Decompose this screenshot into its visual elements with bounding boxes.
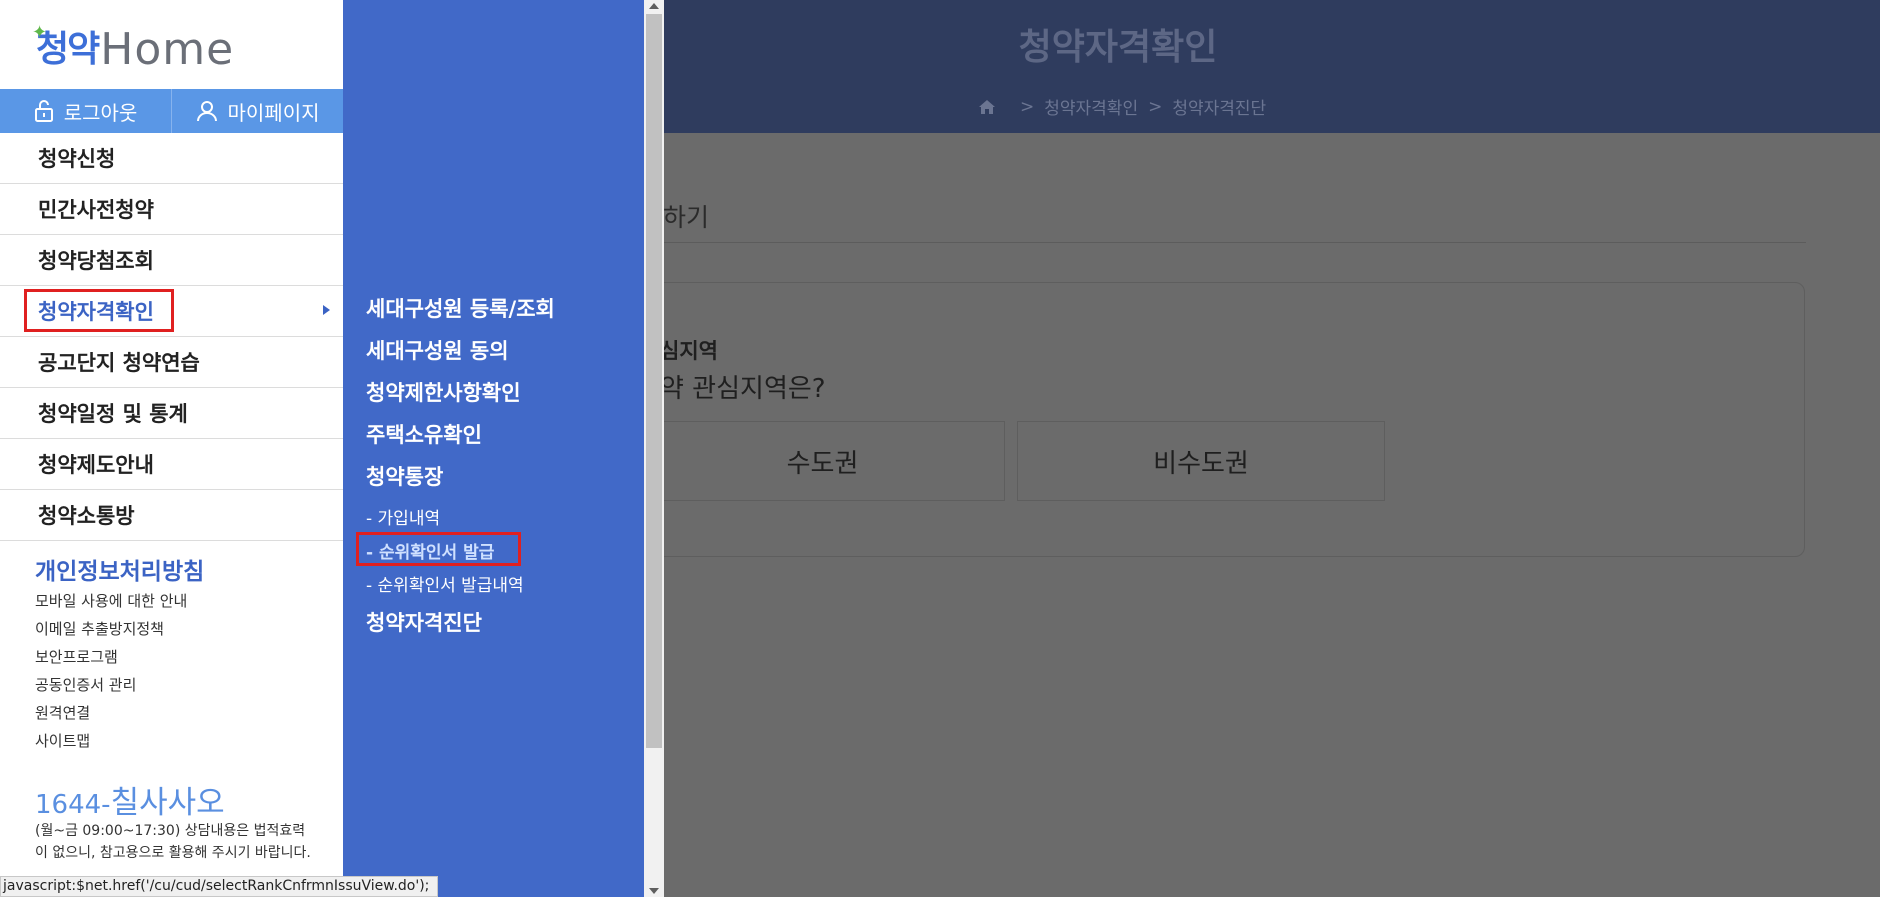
privacy-policy-link[interactable]: 개인정보처리방침 [35,552,204,586]
breadcrumb-separator: > [1020,96,1035,117]
mypage-button[interactable]: 마이페이지 [171,89,343,133]
side-menu: ✦ 청약 Home 로그아웃 마이페이지 청약신청 민간사전청약 청약당첨조회 … [0,0,343,897]
breadcrumb-separator: > [1148,96,1163,117]
menu-item-community[interactable]: 청약소통방 [0,490,343,541]
footer-link-certificate[interactable]: 공동인증서 관리 [35,674,187,702]
main-menu-list: 청약신청 민간사전청약 청약당첨조회 청약자격확인 공고단지 청약연습 청약일정… [0,133,343,541]
scroll-down-arrow-icon[interactable] [649,888,659,894]
footer-link-remote[interactable]: 원격연결 [35,702,187,730]
caret-right-icon [323,305,330,315]
submenu-item-household-register[interactable]: 세대구성원 등록/조회 [366,293,555,323]
submenu-panel: 세대구성원 등록/조회 세대구성원 동의 청약제한사항확인 주택소유확인 청약통… [343,0,644,897]
menu-item-winning-inquiry[interactable]: 청약당첨조회 [0,235,343,286]
user-icon [196,101,217,122]
menu-item-private-pre-subscription[interactable]: 민간사전청약 [0,184,343,235]
breadcrumb-item[interactable]: 청약자격진단 [1172,94,1266,119]
option-capital-region-button[interactable]: 수도권 [640,421,1005,501]
footer-link-mobile-guide[interactable]: 모바일 사용에 대한 안내 [35,590,187,618]
submenu-item-restriction-check[interactable]: 청약제한사항확인 [366,377,521,407]
breadcrumb: > 청약자격확인 > 청약자격진단 [978,94,1266,119]
submenu-item-house-ownership[interactable]: 주택소유확인 [366,419,482,449]
highlight-box [356,532,521,566]
scrollbar-thumb[interactable] [646,14,662,748]
home-icon[interactable] [978,99,996,115]
logo-text-home: Home [100,24,235,75]
logo[interactable]: ✦ 청약 Home [32,22,235,75]
question-card [600,282,1805,557]
question-label: 심지역 [660,339,718,363]
footer-link-sitemap[interactable]: 사이트맵 [35,730,187,758]
highlight-box [24,289,174,332]
logout-button[interactable]: 로그아웃 [0,89,171,133]
question-text: 약 관심지역은? [660,374,826,404]
submenu-item-account[interactable]: 청약통장 [366,461,443,491]
scrollbar[interactable] [644,0,664,897]
breadcrumb-item[interactable]: 청약자격확인 [1044,94,1138,119]
logout-label: 로그아웃 [63,100,138,125]
menu-item-system-guide[interactable]: 청약제도안내 [0,439,343,490]
scroll-up-arrow-icon[interactable] [649,3,659,9]
submenu-item-household-consent[interactable]: 세대구성원 동의 [366,335,509,365]
footer-link-email-policy[interactable]: 이메일 추출방지정책 [35,618,187,646]
unlock-icon [34,100,53,122]
divider [663,242,1806,243]
section-title: 하기 [663,203,710,232]
call-center-hours: (월~금 09:00~17:30) 상담내용은 법적효력이 없으니, 참고용으로… [35,823,311,861]
account-bar: 로그아웃 마이페이지 [0,89,343,133]
menu-item-practice[interactable]: 공고단지 청약연습 [0,337,343,388]
footer-links: 모바일 사용에 대한 안내 이메일 추출방지정책 보안프로그램 공동인증서 관리… [35,590,187,758]
submenu-subitem-rank-certificate-history[interactable]: - 순위확인서 발급내역 [366,571,524,596]
status-bar-url: javascript:$net.href('/cu/cud/selectRank… [0,876,439,897]
call-center-number: 1644-칠사사오 [35,777,225,822]
submenu-subitem-join-history[interactable]: - 가입내역 [366,504,440,529]
phone-word: 칠사사오 [110,785,225,821]
footer-link-security-program[interactable]: 보안프로그램 [35,646,187,674]
menu-item-application[interactable]: 청약신청 [0,133,343,184]
submenu-item-eligibility-diagnosis[interactable]: 청약자격진단 [366,607,482,637]
sparkle-icon: ✦ [32,22,48,43]
option-non-capital-region-button[interactable]: 비수도권 [1017,421,1385,501]
phone-prefix: 1644- [35,790,111,820]
menu-item-schedule-stats[interactable]: 청약일정 및 통계 [0,388,343,439]
mypage-label: 마이페이지 [227,100,320,125]
